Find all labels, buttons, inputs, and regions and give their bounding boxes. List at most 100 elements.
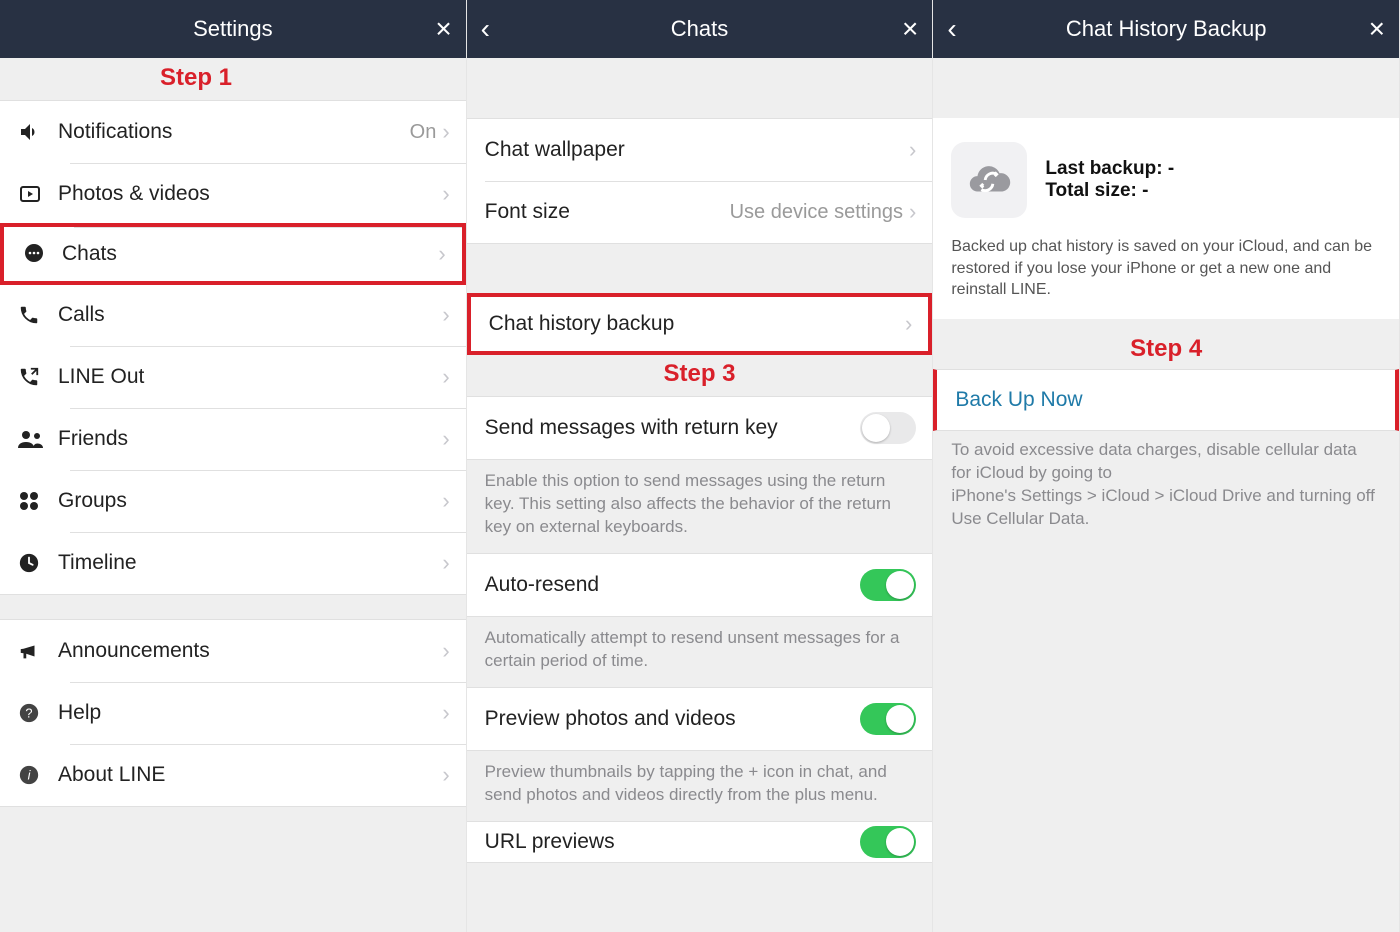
row-label: URL previews bbox=[485, 830, 861, 854]
row-chat-wallpaper[interactable]: Chat wallpaper › bbox=[467, 119, 933, 181]
last-backup-label: Last backup: - bbox=[1045, 158, 1174, 180]
close-icon[interactable]: × bbox=[1369, 13, 1385, 45]
row-label: Notifications bbox=[58, 120, 410, 144]
row-label: Friends bbox=[58, 427, 442, 451]
backup-pane: ‹ Chat History Backup × Last backup: - T… bbox=[933, 0, 1400, 932]
back-up-now-button[interactable]: Back Up Now bbox=[933, 369, 1399, 431]
row-label: About LINE bbox=[58, 763, 442, 787]
top-gap bbox=[933, 58, 1399, 118]
row-help[interactable]: ? Help › bbox=[0, 682, 466, 744]
row-groups[interactable]: Groups › bbox=[0, 470, 466, 532]
back-icon[interactable]: ‹ bbox=[481, 13, 490, 45]
chevron-right-icon: › bbox=[442, 762, 449, 788]
settings-list-1b: Calls › LINE Out › Friends › Groups › bbox=[0, 284, 466, 595]
backup-note: Backed up chat history is saved on your … bbox=[933, 236, 1399, 319]
toggle-url-previews[interactable] bbox=[860, 826, 916, 858]
row-value: On bbox=[410, 121, 437, 144]
chat-icon bbox=[22, 242, 62, 266]
back-icon[interactable]: ‹ bbox=[947, 13, 956, 45]
toggle-send-return[interactable] bbox=[860, 412, 916, 444]
navbar-title: Settings bbox=[193, 16, 273, 42]
step-annotation-3: Step 3 bbox=[467, 354, 933, 396]
backup-hero: Last backup: - Total size: - bbox=[933, 118, 1399, 236]
row-label: Photos & videos bbox=[58, 182, 442, 206]
chats-pane: ‹ Chats × Chat wallpaper › Font size Use… bbox=[467, 0, 934, 932]
navbar-title: Chats bbox=[671, 16, 728, 42]
total-size-label: Total size: - bbox=[1045, 180, 1174, 202]
friends-icon bbox=[18, 428, 58, 450]
chevron-right-icon: › bbox=[442, 550, 449, 576]
row-photos-videos[interactable]: Photos & videos › bbox=[0, 163, 466, 225]
chevron-right-icon: › bbox=[438, 241, 445, 267]
step-annotation-1: Step 1 bbox=[0, 58, 466, 100]
row-label: LINE Out bbox=[58, 365, 442, 389]
phone-out-icon bbox=[18, 366, 58, 388]
info-icon: i bbox=[18, 764, 58, 786]
chats-list-5: Preview photos and videos bbox=[467, 687, 933, 751]
row-timeline[interactable]: Timeline › bbox=[0, 532, 466, 594]
chevron-right-icon: › bbox=[442, 181, 449, 207]
row-line-out[interactable]: LINE Out › bbox=[0, 346, 466, 408]
chevron-right-icon: › bbox=[442, 302, 449, 328]
back-up-now-label: Back Up Now bbox=[955, 388, 1082, 411]
row-send-return[interactable]: Send messages with return key bbox=[467, 397, 933, 459]
chevron-right-icon: › bbox=[442, 488, 449, 514]
row-friends[interactable]: Friends › bbox=[0, 408, 466, 470]
row-chats[interactable]: Chats › bbox=[0, 223, 466, 285]
svg-text:?: ? bbox=[25, 706, 32, 721]
megaphone-icon bbox=[18, 640, 58, 662]
row-calls[interactable]: Calls › bbox=[0, 284, 466, 346]
play-rect-icon bbox=[18, 182, 58, 206]
settings-list-1: Notifications On › Photos & videos › Cha… bbox=[0, 100, 466, 284]
chats-list-1: Chat wallpaper › Font size Use device se… bbox=[467, 118, 933, 244]
chevron-right-icon: › bbox=[442, 364, 449, 390]
row-label: Calls bbox=[58, 303, 442, 327]
row-value: Use device settings bbox=[730, 201, 903, 224]
backup-warning: To avoid excessive data charges, disable… bbox=[933, 429, 1399, 545]
chats-list-4: Auto-resend bbox=[467, 553, 933, 617]
row-notifications[interactable]: Notifications On › bbox=[0, 101, 466, 163]
settings-pane: Settings × Step 1 Notifications On › Pho… bbox=[0, 0, 467, 932]
clock-icon bbox=[18, 552, 58, 574]
groups-icon bbox=[18, 490, 58, 512]
toggle-auto-resend[interactable] bbox=[860, 569, 916, 601]
settings-list-2: Announcements › ? Help › i About LINE › bbox=[0, 619, 466, 807]
gap bbox=[467, 244, 933, 294]
row-font-size[interactable]: Font size Use device settings › bbox=[467, 181, 933, 243]
row-label: Send messages with return key bbox=[485, 416, 861, 440]
navbar: ‹ Chats × bbox=[467, 0, 933, 58]
row-label: Preview photos and videos bbox=[485, 707, 861, 731]
chevron-right-icon: › bbox=[442, 700, 449, 726]
step-annotation-4: Step 4 bbox=[933, 319, 1399, 371]
close-icon[interactable]: × bbox=[435, 13, 451, 45]
navbar: ‹ Chat History Backup × bbox=[933, 0, 1399, 58]
row-label: Auto-resend bbox=[485, 573, 861, 597]
help-icon: ? bbox=[18, 702, 58, 724]
navbar: Settings × bbox=[0, 0, 466, 58]
send-return-note: Enable this option to send messages usin… bbox=[467, 460, 933, 553]
chevron-right-icon: › bbox=[905, 311, 912, 337]
toggle-preview[interactable] bbox=[860, 703, 916, 735]
row-chat-history-backup[interactable]: Chat history backup › bbox=[467, 293, 933, 355]
chevron-right-icon: › bbox=[442, 426, 449, 452]
row-preview[interactable]: Preview photos and videos bbox=[467, 688, 933, 750]
preview-note: Preview thumbnails by tapping the + icon… bbox=[467, 751, 933, 821]
chats-list-2: Chat history backup › bbox=[467, 294, 933, 354]
row-url-previews[interactable]: URL previews bbox=[467, 822, 933, 862]
chevron-right-icon: › bbox=[909, 199, 916, 225]
row-about[interactable]: i About LINE › bbox=[0, 744, 466, 806]
row-label: Help bbox=[58, 701, 442, 725]
row-auto-resend[interactable]: Auto-resend bbox=[467, 554, 933, 616]
row-label: Font size bbox=[485, 200, 730, 224]
chevron-right-icon: › bbox=[442, 119, 449, 145]
close-icon[interactable]: × bbox=[902, 13, 918, 45]
row-announcements[interactable]: Announcements › bbox=[0, 620, 466, 682]
auto-resend-note: Automatically attempt to resend unsent m… bbox=[467, 617, 933, 687]
row-label: Timeline bbox=[58, 551, 442, 575]
chats-list-6: URL previews bbox=[467, 821, 933, 863]
navbar-title: Chat History Backup bbox=[1066, 16, 1267, 42]
phone-icon bbox=[18, 304, 58, 326]
row-label: Chats bbox=[62, 242, 438, 266]
chevron-right-icon: › bbox=[442, 638, 449, 664]
volume-icon bbox=[18, 120, 58, 144]
